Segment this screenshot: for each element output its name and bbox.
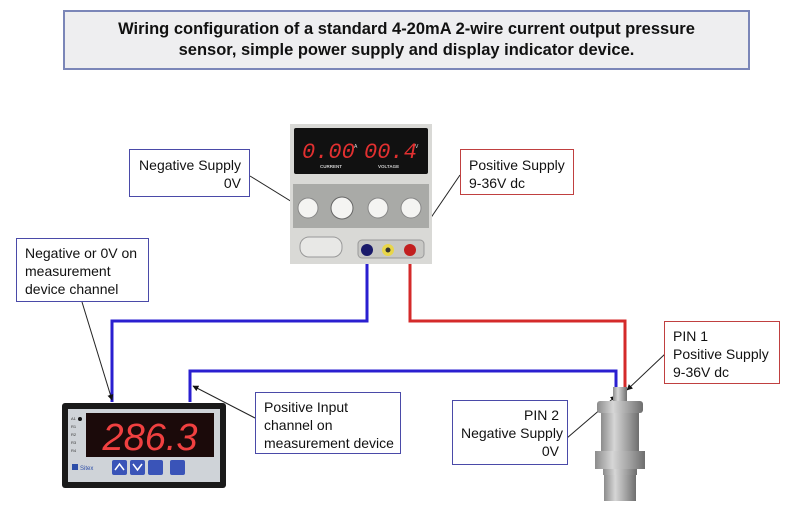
callout-ps-negative: Negative Supply 0V bbox=[129, 149, 250, 197]
sensor-hex-nut bbox=[595, 451, 645, 469]
svg-text:R4: R4 bbox=[71, 448, 77, 453]
power-supply-device: 0.00 A 00.4 V CURRENT VOLTAGE bbox=[290, 124, 432, 264]
ps-current-coarse-knob bbox=[297, 197, 319, 219]
sensor-process-thread bbox=[604, 475, 636, 501]
meter-down-button bbox=[130, 460, 145, 475]
svg-text:A1: A1 bbox=[71, 416, 77, 421]
positive-wire-supply-to-sensor bbox=[408, 252, 627, 388]
svg-text:R1: R1 bbox=[71, 424, 77, 429]
meter-enter-button bbox=[170, 460, 185, 475]
meter-esc-menu-button bbox=[148, 460, 163, 475]
ps-voltage-label: VOLTAGE bbox=[378, 164, 399, 169]
callout-sensor-pin2: PIN 2 Negative Supply 0V bbox=[452, 400, 568, 465]
callout-meter-positive: Positive Input channel on measurement de… bbox=[255, 392, 401, 454]
sensor-connector-thread bbox=[613, 387, 627, 401]
sensor-body bbox=[601, 413, 639, 451]
pressure-sensor-device bbox=[595, 387, 645, 501]
ps-current-readout: 0.00 bbox=[302, 140, 355, 165]
ps-voltage-readout: 00.4 bbox=[364, 140, 417, 165]
svg-text:R2: R2 bbox=[71, 432, 77, 437]
ps-current-fine-knob bbox=[330, 196, 354, 220]
ps-current-label: CURRENT bbox=[320, 164, 342, 169]
signal-wire-meter-to-sensor bbox=[188, 369, 618, 402]
ps-positive-terminal bbox=[404, 244, 416, 256]
callout-sensor-pin1: PIN 1 Positive Supply 9-36V dc bbox=[664, 321, 780, 384]
ps-voltage-fine-knob bbox=[400, 197, 422, 219]
meter-up-button bbox=[112, 460, 127, 475]
meter-brand: Sitex bbox=[80, 466, 93, 472]
callout-ps-positive: Positive Supply 9-36V dc bbox=[460, 149, 574, 195]
negative-wire-supply-to-meter bbox=[110, 258, 369, 402]
callout-meter-negative: Negative or 0V on measurement device cha… bbox=[16, 238, 149, 302]
svg-text:R3: R3 bbox=[71, 440, 77, 445]
ps-negative-terminal bbox=[361, 244, 373, 256]
leader-meter-negative bbox=[81, 301, 114, 401]
display-indicator-device: 286.3 A1 R1 R2 R3 R4 Sitex bbox=[62, 403, 226, 488]
meter-reading: 286.3 bbox=[101, 417, 197, 459]
ps-power-switch bbox=[299, 236, 343, 258]
ps-voltage-coarse-knob bbox=[367, 197, 389, 219]
